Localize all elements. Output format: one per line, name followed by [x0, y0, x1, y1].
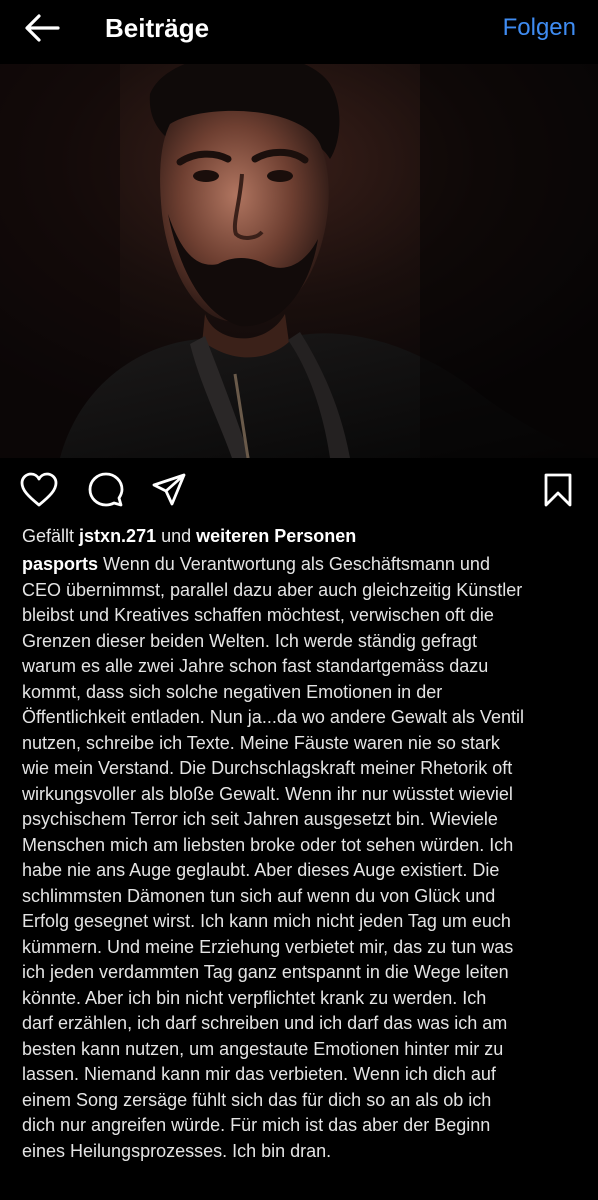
- post-caption: pasports Wenn du Verantwortung als Gesch…: [22, 552, 582, 1164]
- likes-middle: und: [161, 526, 192, 546]
- caption-line: lassen. Niemand kann mir das verbieten. …: [22, 1062, 582, 1088]
- caption-text: habe nie ans Auge geglaubt. Aber dieses …: [22, 860, 500, 880]
- caption-text: kümmern. Und meine Erziehung verbietet m…: [22, 936, 514, 957]
- caption-username[interactable]: pasports: [22, 554, 98, 574]
- caption-text: lassen. Niemand kann mir das verbieten. …: [22, 1064, 496, 1084]
- top-bar: Beiträge Folgen: [0, 0, 598, 64]
- comment-bubble-icon[interactable]: [88, 472, 124, 513]
- caption-text: Erfolg gesegnet wirst. Ich kann mich nic…: [22, 911, 511, 931]
- caption-line: könnte. Aber ich bin nicht verpflichtet …: [22, 986, 582, 1012]
- caption-text: besten kann nutzen, um angestaute Emotio…: [22, 1038, 504, 1059]
- caption-line: Grenzen dieser beiden Welten. Ich werde …: [22, 629, 582, 655]
- caption-text: bleibst und Kreatives schaffen möchtest,…: [22, 605, 494, 625]
- bookmark-icon[interactable]: [542, 472, 574, 513]
- caption-text: einem Song zersäge fühlt sich das für di…: [22, 1089, 492, 1110]
- page-title: Beiträge: [105, 13, 210, 43]
- caption-text: nutzen, schreibe ich Texte. Meine Fäuste…: [22, 732, 500, 753]
- post-action-bar: [0, 460, 598, 522]
- caption-line: nutzen, schreibe ich Texte. Meine Fäuste…: [22, 731, 582, 757]
- caption-text: darf erzählen, ich darf schreiben und ic…: [22, 1013, 508, 1033]
- caption-line: Menschen mich am liebsten broke oder tot…: [22, 833, 582, 859]
- caption-line: Erfolg gesegnet wirst. Ich kann mich nic…: [22, 909, 582, 935]
- caption-line: eines Heilungsprozesses. Ich bin dran.: [22, 1139, 582, 1165]
- caption-line: besten kann nutzen, um angestaute Emotio…: [22, 1037, 582, 1063]
- caption-text: dich nur angreifen würde. Für mich ist d…: [22, 1115, 491, 1135]
- caption-text: ich jeden verdammten Tag ganz entspannt …: [22, 962, 509, 982]
- caption-line: Öffentlichkeit entladen. Nun ja...da wo …: [22, 705, 582, 731]
- likes-prefix: Gefällt: [22, 526, 75, 546]
- caption-text: wirkungsvoller als bloße Gewalt. Wenn ih…: [22, 783, 513, 804]
- heart-icon[interactable]: [20, 472, 58, 513]
- caption-text: kommt, dass sich solche negativen Emotio…: [22, 681, 443, 702]
- caption-line: pasports Wenn du Verantwortung als Gesch…: [22, 552, 582, 578]
- caption-line: habe nie ans Auge geglaubt. Aber dieses …: [22, 858, 582, 884]
- caption-line: CEO übernimmst, parallel dazu aber auch …: [22, 578, 582, 604]
- caption-text: psychischem Terror ich seit Jahren ausge…: [22, 809, 498, 829]
- caption-line: psychischem Terror ich seit Jahren ausge…: [22, 807, 582, 833]
- caption-line: wirkungsvoller als bloße Gewalt. Wenn ih…: [22, 782, 582, 808]
- caption-text: Menschen mich am liebsten broke oder tot…: [22, 834, 514, 855]
- caption-text: Öffentlichkeit entladen. Nun ja...da wo …: [22, 707, 524, 727]
- caption-text: eines Heilungsprozesses. Ich bin dran.: [22, 1140, 332, 1161]
- paper-plane-icon[interactable]: [151, 472, 187, 513]
- post-image[interactable]: [0, 64, 598, 458]
- likes-others[interactable]: weiteren Personen: [196, 526, 356, 546]
- arrow-left-icon[interactable]: [22, 12, 62, 44]
- caption-line: dich nur angreifen würde. Für mich ist d…: [22, 1113, 582, 1139]
- caption-line: einem Song zersäge fühlt sich das für di…: [22, 1088, 582, 1114]
- caption-text: Grenzen dieser beiden Welten. Ich werde …: [22, 630, 477, 651]
- caption-text: wie mein Verstand. Die Durchschlagskraft…: [22, 758, 513, 778]
- caption-text: Wenn du Verantwortung als Geschäftsmann …: [103, 554, 490, 574]
- caption-text: schlimmsten Dämonen tun sich auf wenn du…: [22, 885, 496, 906]
- caption-line: kommt, dass sich solche negativen Emotio…: [22, 680, 582, 706]
- caption-text: könnte. Aber ich bin nicht verpflichtet …: [22, 987, 487, 1008]
- liker-username[interactable]: jstxn.271: [79, 526, 156, 546]
- caption-text: CEO übernimmst, parallel dazu aber auch …: [22, 579, 523, 600]
- caption-line: bleibst und Kreatives schaffen möchtest,…: [22, 603, 582, 629]
- caption-line: schlimmsten Dämonen tun sich auf wenn du…: [22, 884, 582, 910]
- caption-text: warum es alle zwei Jahre schon fast stan…: [22, 656, 489, 676]
- likes-summary[interactable]: Gefällt jstxn.271 und weiteren Personen: [22, 523, 582, 549]
- follow-button[interactable]: Folgen: [503, 13, 576, 43]
- caption-line: wie mein Verstand. Die Durchschlagskraft…: [22, 756, 582, 782]
- caption-line: ich jeden verdammten Tag ganz entspannt …: [22, 960, 582, 986]
- caption-line: kümmern. Und meine Erziehung verbietet m…: [22, 935, 582, 961]
- caption-line: warum es alle zwei Jahre schon fast stan…: [22, 654, 582, 680]
- post-photo-portrait: [0, 64, 598, 458]
- caption-line: darf erzählen, ich darf schreiben und ic…: [22, 1011, 582, 1037]
